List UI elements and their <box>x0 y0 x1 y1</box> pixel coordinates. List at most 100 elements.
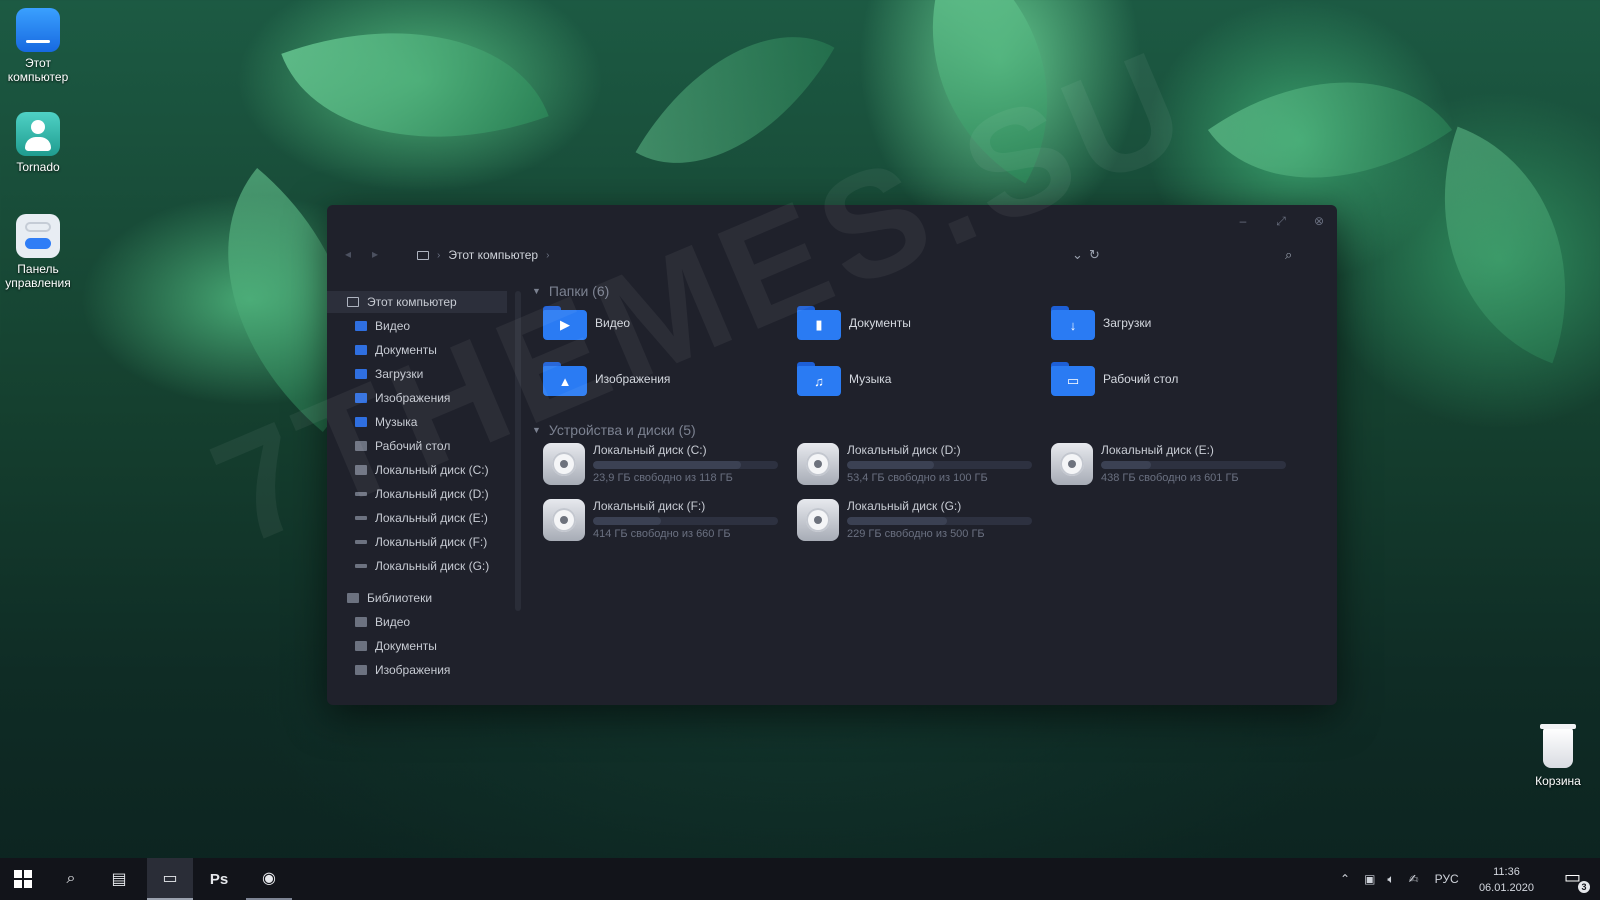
minimize-button[interactable]: – <box>1235 213 1251 229</box>
sidebar-item-label: Изображения <box>375 663 451 677</box>
folder-video[interactable]: ▶ Видео <box>543 306 630 340</box>
sidebar-item-label: Локальный диск (E:) <box>375 511 488 525</box>
sidebar-item-documents[interactable]: Документы <box>327 339 535 361</box>
drive-tile[interactable]: Локальный диск (G:) 229 ГБ свободно из 5… <box>797 499 1032 541</box>
back-arrow-icon[interactable]: ◂ <box>345 247 351 261</box>
drive-tile[interactable]: Локальный диск (C:) 23,9 ГБ свободно из … <box>543 443 778 485</box>
sidebar-item-drive-f[interactable]: Локальный диск (F:) <box>327 531 535 553</box>
sidebar-item-label: Локальный диск (D:) <box>375 487 489 501</box>
title-bar[interactable]: – ⤢ ⊗ <box>327 205 1337 239</box>
taskbar-app-chrome[interactable]: ◉ <box>246 858 292 900</box>
forward-arrow-icon[interactable]: ▸ <box>372 247 378 261</box>
pen-icon[interactable]: ✍︎ <box>1409 872 1419 886</box>
sidebar-item-label: Видео <box>375 615 411 629</box>
drive-usage-bar <box>1101 461 1286 469</box>
sidebar-item-downloads[interactable]: Загрузки <box>327 363 535 385</box>
breadcrumb-item[interactable]: Этот компьютер <box>448 248 538 262</box>
drive-free-space: 23,9 ГБ свободно из 118 ГБ <box>593 472 733 484</box>
folders-group-header[interactable]: ▼ Папки (6) <box>532 283 609 299</box>
sidebar-item-label: Этот компьютер <box>367 295 457 309</box>
video-folder-icon: ▶ <box>543 306 587 340</box>
task-view-icon: ▤ <box>111 871 127 888</box>
maximize-button[interactable]: ⤢ <box>1273 213 1289 229</box>
chevron-up-icon[interactable]: ⌃ <box>1340 872 1350 886</box>
sidebar-item-video[interactable]: Видео <box>327 315 535 337</box>
clock-time: 11:36 <box>1493 866 1520 878</box>
navigation-pane: Этот компьютер Видео Документы Загрузки … <box>327 291 512 705</box>
folder-documents[interactable]: ▮ Документы <box>797 306 911 340</box>
network-icon[interactable]: ▣ <box>1364 872 1375 886</box>
taskbar: ⌕ ▤ ▭ Ps ◉ ⌃ ▣ 🔈︎ ✍︎ РУС 11:36 06.01.202… <box>0 858 1600 900</box>
sidebar-item-this-pc[interactable]: Этот компьютер <box>327 291 507 313</box>
drive-usage-bar <box>593 517 778 525</box>
search-icon: ⌕ <box>66 870 76 887</box>
clock[interactable]: 11:36 06.01.2020 <box>1479 864 1534 896</box>
taskbar-app-explorer[interactable]: ▭ <box>147 858 193 900</box>
drive-label: Локальный диск (D:) <box>847 443 961 457</box>
notifications-button[interactable]: ▭ 3 <box>1564 867 1590 893</box>
refresh-icon[interactable]: ↻ <box>1089 247 1100 263</box>
drive-tile[interactable]: Локальный диск (E:) 438 ГБ свободно из 6… <box>1051 443 1286 485</box>
close-button[interactable]: ⊗ <box>1311 213 1327 229</box>
desktop-icon-control-panel[interactable]: Панель управления <box>0 214 76 290</box>
drives-group-header[interactable]: ▼ Устройства и диски (5) <box>532 422 696 438</box>
wallpaper-leaf <box>869 0 1111 184</box>
desktop-icon-label: Tornado <box>16 160 60 174</box>
sidebar-item-drive-d[interactable]: Локальный диск (D:) <box>327 483 535 505</box>
sidebar-item-pictures[interactable]: Изображения <box>327 387 535 409</box>
folder-pictures[interactable]: ▲ Изображения <box>543 362 670 396</box>
photoshop-icon: Ps <box>209 870 229 888</box>
music-folder-icon: ♫ <box>797 362 841 396</box>
sidebar-item-libraries[interactable]: Библиотеки <box>327 587 527 609</box>
drive-free-space: 414 ГБ свободно из 660 ГБ <box>593 528 731 540</box>
drive-tile[interactable]: Локальный диск (D:) 53,4 ГБ свободно из … <box>797 443 1032 485</box>
desktop-icon-tornado[interactable]: Tornado <box>0 112 76 174</box>
pictures-library-icon <box>355 665 367 675</box>
drive-icon <box>355 540 367 544</box>
drive-free-space: 438 ГБ свободно из 601 ГБ <box>1101 472 1239 484</box>
start-button[interactable] <box>0 858 46 900</box>
sidebar-item-drive-c[interactable]: Локальный диск (C:) <box>327 459 535 481</box>
desktop-icon-label: Этот <box>25 56 51 70</box>
folder-music[interactable]: ♫ Музыка <box>797 362 891 396</box>
chevron-down-icon: ▼ <box>532 425 541 435</box>
drive-icon <box>797 443 839 485</box>
chrome-icon: ◉ <box>262 870 276 887</box>
drive-usage-fill <box>593 517 662 525</box>
sidebar-item-library-documents[interactable]: Документы <box>327 635 535 657</box>
language-indicator[interactable]: РУС <box>1435 872 1459 886</box>
folder-label: Изображения <box>595 372 671 386</box>
volume-icon[interactable]: 🔈︎ <box>1387 872 1394 887</box>
folder-label: Музыка <box>849 372 892 386</box>
sidebar-item-drive-g[interactable]: Локальный диск (G:) <box>327 555 535 577</box>
sidebar-item-drive-e[interactable]: Локальный диск (E:) <box>327 507 535 529</box>
desktop-icon-this-pc[interactable]: Этот компьютер <box>0 8 76 84</box>
toolbar: ◂ ▸ › Этот компьютер › ⌄ ↻ ⌕ <box>327 243 1337 271</box>
sidebar-item-music[interactable]: Музыка <box>327 411 535 433</box>
drive-usage-bar <box>593 461 778 469</box>
drive-free-space: 53,4 ГБ свободно из 100 ГБ <box>847 472 988 484</box>
breadcrumb[interactable]: › Этот компьютер › <box>417 248 549 262</box>
task-view-button[interactable]: ▤ <box>96 858 142 900</box>
folder-desktop[interactable]: ▭ Рабочий стол <box>1051 362 1178 396</box>
sidebar-item-label: Рабочий стол <box>375 439 451 453</box>
sidebar-scrollbar[interactable] <box>515 291 521 611</box>
libraries-icon <box>347 593 359 603</box>
drive-usage-fill <box>847 517 947 525</box>
sidebar-item-library-pictures[interactable]: Изображения <box>327 659 535 681</box>
chevron-right-icon[interactable]: › <box>546 250 549 261</box>
chevron-right-icon: › <box>437 249 441 261</box>
sidebar-item-desktop[interactable]: Рабочий стол <box>327 435 535 457</box>
computer-icon <box>417 250 429 260</box>
taskbar-app-photoshop[interactable]: Ps <box>196 858 242 900</box>
documents-library-icon <box>355 641 367 651</box>
chevron-down-icon[interactable]: ⌄ <box>1072 247 1083 263</box>
sidebar-item-library-video[interactable]: Видео <box>327 611 535 633</box>
drive-tile[interactable]: Локальный диск (F:) 414 ГБ свободно из 6… <box>543 499 778 541</box>
search-button[interactable]: ⌕ <box>48 858 94 900</box>
desktop-folder-icon: ▭ <box>1051 362 1095 396</box>
sidebar-item-label: Локальный диск (F:) <box>375 535 488 549</box>
folder-downloads[interactable]: ↓ Загрузки <box>1051 306 1151 340</box>
search-icon[interactable]: ⌕ <box>1285 247 1292 263</box>
desktop-icon-recycle-bin[interactable]: Корзина <box>1528 724 1588 788</box>
